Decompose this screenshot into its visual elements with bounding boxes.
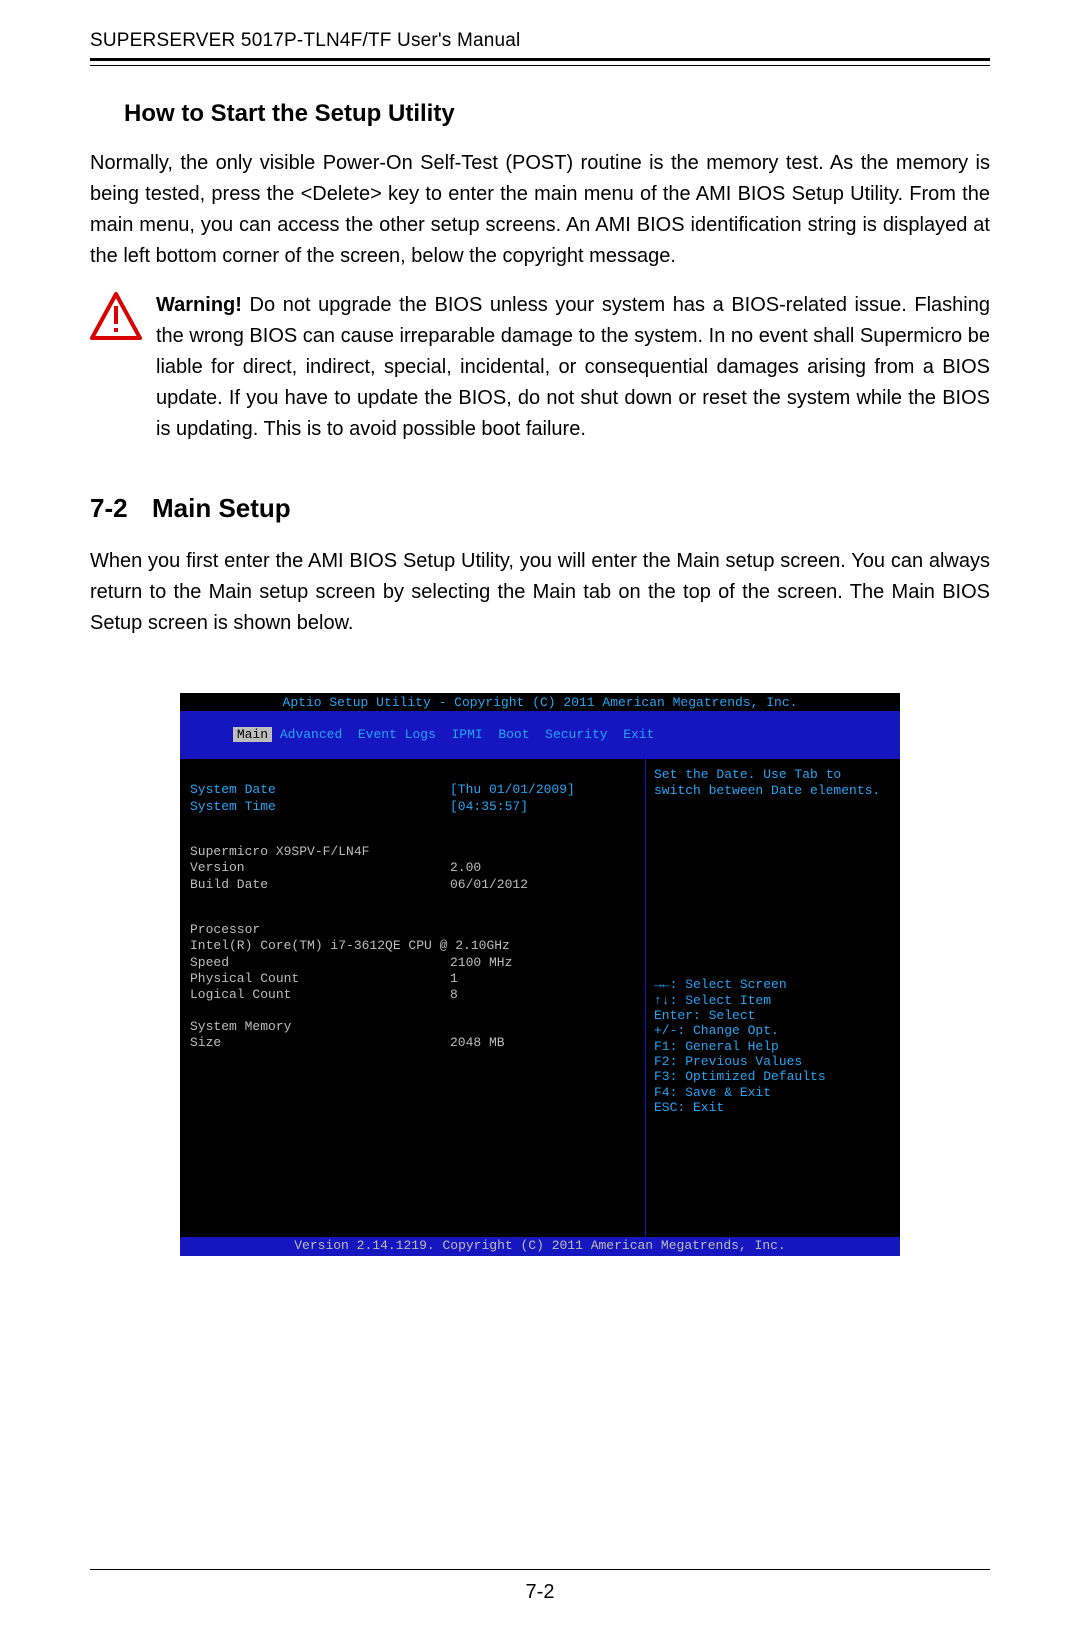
footer-rule — [90, 1569, 990, 1570]
processor-label: Processor — [190, 922, 450, 937]
build-value: 06/01/2012 — [450, 877, 528, 892]
size-label: Size — [190, 1035, 450, 1050]
mem-label: System Memory — [190, 1019, 450, 1034]
version-label: Version — [190, 860, 450, 875]
bios-tab-eventlogs[interactable]: Event Logs — [358, 727, 436, 742]
bios-key-legend: →←: Select Screen ↑↓: Select Item Enter:… — [654, 977, 894, 1115]
bios-tab-main[interactable]: Main — [233, 727, 272, 742]
section-heading: How to Start the Setup Utility — [124, 100, 990, 128]
bios-tab-advanced[interactable]: Advanced — [280, 727, 342, 742]
running-head-text: SUPERSERVER 5017P-TLN4F/TF User's Manual — [90, 30, 520, 51]
bios-tab-exit[interactable]: Exit — [623, 727, 654, 742]
bios-right-pane: Set the Date. Use Tab to switch between … — [645, 759, 900, 1237]
logical-value: 8 — [450, 987, 458, 1002]
system-date-label[interactable]: System Date — [190, 782, 450, 797]
size-value: 2048 MB — [450, 1035, 505, 1050]
key-change-opt: +/-: Change Opt. — [654, 1023, 894, 1038]
bios-title: Aptio Setup Utility - Copyright (C) 2011… — [180, 693, 900, 711]
warning-icon — [90, 292, 142, 340]
version-value: 2.00 — [450, 860, 481, 875]
hint-line2: switch between Date elements. — [654, 783, 894, 798]
hint-line1: Set the Date. Use Tab to — [654, 767, 894, 782]
intro-paragraph: Normally, the only visible Power-On Self… — [90, 148, 990, 272]
running-head: SUPERSERVER 5017P-TLN4F/TF User's Manual — [90, 30, 990, 58]
phys-value: 1 — [450, 971, 458, 986]
board-name: Supermicro X9SPV-F/LN4F — [190, 844, 450, 859]
bios-footer: Version 2.14.1219. Copyright (C) 2011 Am… — [180, 1237, 900, 1255]
main-setup-paragraph: When you first enter the AMI BIOS Setup … — [90, 546, 990, 639]
bios-tab-boot[interactable]: Boot — [498, 727, 529, 742]
key-f1: F1: General Help — [654, 1039, 894, 1054]
key-f4: F4: Save & Exit — [654, 1085, 894, 1100]
system-time-value[interactable]: [04:35:57] — [450, 799, 528, 814]
system-time-label[interactable]: System Time — [190, 799, 450, 814]
page-number: 7-2 — [0, 1581, 1080, 1604]
bios-body: System Date[Thu 01/01/2009] System Time[… — [180, 759, 900, 1237]
logical-label: Logical Count — [190, 987, 450, 1002]
key-f2: F2: Previous Values — [654, 1054, 894, 1069]
speed-value: 2100 MHz — [450, 955, 512, 970]
speed-label: Speed — [190, 955, 450, 970]
bios-screenshot: Aptio Setup Utility - Copyright (C) 2011… — [180, 693, 900, 1256]
key-f3: F3: Optimized Defaults — [654, 1069, 894, 1084]
build-label: Build Date — [190, 877, 450, 892]
phys-label: Physical Count — [190, 971, 450, 986]
chapter-number: 7-2 — [90, 493, 152, 524]
chapter-title: Main Setup — [152, 493, 291, 523]
header-rule — [90, 58, 990, 66]
key-enter: Enter: Select — [654, 1008, 894, 1023]
bios-hint: Set the Date. Use Tab to switch between … — [654, 767, 894, 977]
key-esc: ESC: Exit — [654, 1100, 894, 1115]
bios-tab-security[interactable]: Security — [545, 727, 607, 742]
warning-label: Warning! — [156, 294, 242, 316]
key-select-screen: →←: Select Screen — [654, 977, 894, 992]
warning-body: Do not upgrade the BIOS unless your syst… — [156, 294, 990, 440]
key-select-item: ↑↓: Select Item — [654, 993, 894, 1008]
warning-block: Warning! Do not upgrade the BIOS unless … — [90, 290, 990, 445]
chapter-heading: 7-2Main Setup — [90, 493, 990, 524]
system-date-value[interactable]: [Thu 01/01/2009] — [450, 782, 575, 797]
bios-left-pane: System Date[Thu 01/01/2009] System Time[… — [180, 759, 645, 1237]
processor-name: Intel(R) Core(TM) i7-3612QE CPU @ 2.10GH… — [190, 938, 510, 953]
bios-tab-ipmi[interactable]: IPMI — [452, 727, 483, 742]
manual-page: SUPERSERVER 5017P-TLN4F/TF User's Manual… — [0, 0, 1080, 1650]
bios-menubar: Main Advanced Event Logs IPMI Boot Secur… — [180, 711, 900, 759]
warning-text: Warning! Do not upgrade the BIOS unless … — [156, 290, 990, 445]
